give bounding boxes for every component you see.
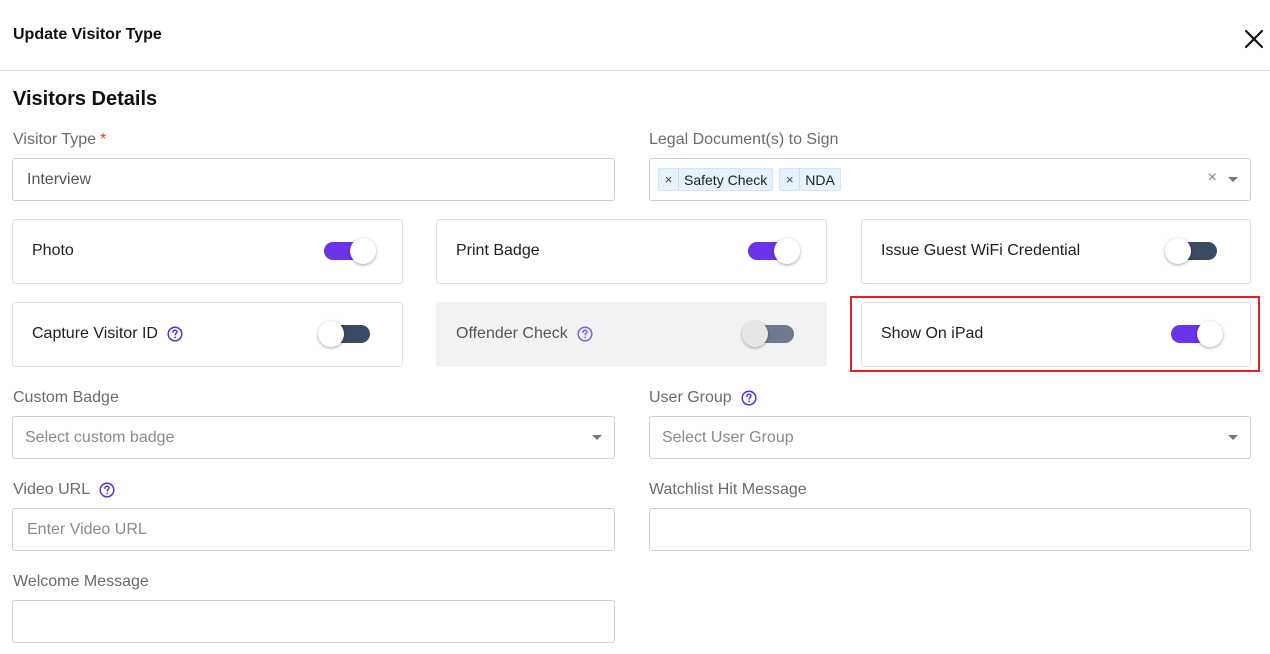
tag-safety-check: × Safety Check [658,168,774,191]
watchlist-label: Watchlist Hit Message [649,481,807,498]
video-url-label-text: Video URL [13,481,91,498]
user-group-select[interactable]: Select User Group [649,416,1251,459]
capture-id-label: Capture Visitor ID [32,325,183,343]
modal-header: Update Visitor Type [0,0,1270,71]
tag-remove-button[interactable]: × [659,169,679,190]
guest-wifi-label: Issue Guest WiFi Credential [881,242,1081,259]
watchlist-input[interactable] [649,508,1251,551]
print-badge-label: Print Badge [456,242,540,259]
question-circle-icon[interactable] [577,326,593,342]
photo-label: Photo [32,242,74,259]
chevron-down-icon[interactable] [1228,177,1238,182]
offender-check-toggle [742,321,794,347]
print-badge-card: Print Badge [436,219,827,284]
print-badge-toggle[interactable] [748,238,800,264]
user-group-label: User Group [649,389,757,407]
user-group-label-text: User Group [649,389,732,406]
custom-badge-label: Custom Badge [13,389,119,406]
capture-id-label-text: Capture Visitor ID [32,325,158,342]
close-icon [1244,29,1264,49]
section-title: Visitors Details [13,88,158,110]
offender-check-label-text: Offender Check [456,325,568,342]
photo-card: Photo [12,219,403,284]
photo-toggle[interactable] [324,238,376,264]
question-circle-icon[interactable] [99,482,115,498]
capture-id-toggle[interactable] [318,321,370,347]
toggle-knob [350,238,376,264]
question-circle-icon[interactable] [167,326,183,342]
offender-check-label: Offender Check [456,325,593,343]
capture-id-card: Capture Visitor ID [12,302,403,367]
visitor-type-label-text: Visitor Type [13,131,97,148]
toggle-knob [1165,238,1191,264]
guest-wifi-card: Issue Guest WiFi Credential [861,219,1251,284]
toggle-knob [774,238,800,264]
show-on-ipad-label: Show On iPad [881,325,984,342]
guest-wifi-toggle[interactable] [1165,238,1217,264]
welcome-input[interactable] [12,600,615,643]
toggle-knob [1197,321,1223,347]
question-circle-icon[interactable] [741,390,757,406]
visitor-type-label: Visitor Type * [13,131,106,149]
chevron-down-icon [1228,435,1238,440]
offender-check-card: Offender Check [436,302,827,367]
custom-badge-select[interactable]: Select custom badge [12,416,615,459]
video-url-input[interactable]: Enter Video URL [12,508,615,551]
required-mark: * [100,131,107,148]
show-on-ipad-card: Show On iPad [861,302,1251,367]
toggle-knob [318,321,344,347]
show-on-ipad-toggle[interactable] [1171,321,1223,347]
custom-badge-placeholder: Select custom badge [25,428,175,446]
visitor-type-input[interactable]: Interview [12,158,615,201]
tag-label: NDA [805,171,835,188]
chevron-down-icon [592,435,602,440]
video-url-label: Video URL [13,481,115,499]
tag-label: Safety Check [684,171,768,188]
tag-nda: × NDA [779,168,841,191]
modal-title: Update Visitor Type [13,26,162,43]
clear-all-button[interactable]: × [1208,169,1217,187]
toggle-knob [742,321,768,347]
legal-docs-select[interactable]: × Safety Check × NDA × [649,158,1251,201]
legal-docs-label: Legal Document(s) to Sign [649,131,839,148]
close-button[interactable] [1242,27,1266,51]
user-group-placeholder: Select User Group [662,428,794,446]
welcome-label: Welcome Message [13,573,149,590]
tag-remove-button[interactable]: × [780,169,801,190]
